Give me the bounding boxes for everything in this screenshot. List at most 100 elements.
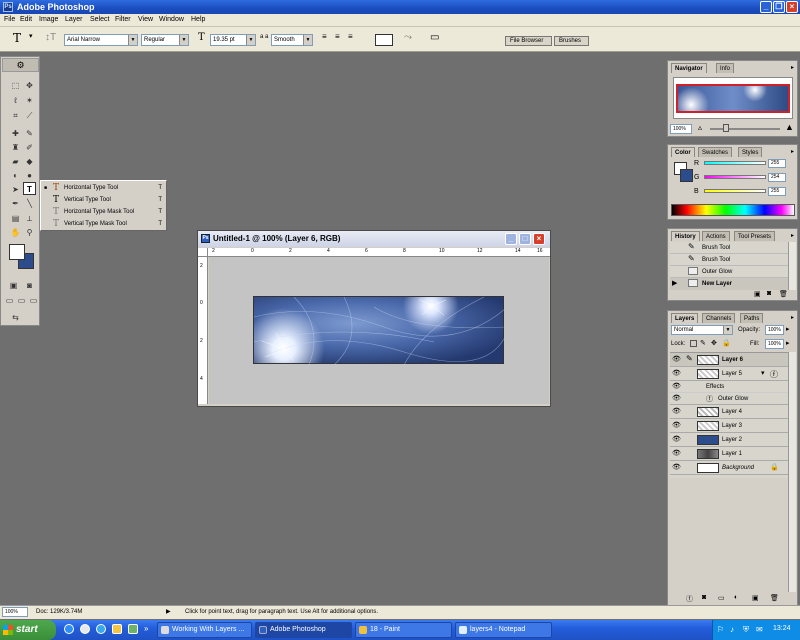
quick-mask-mode-icon[interactable]: ◙ bbox=[23, 279, 36, 292]
quicklaunch-media-icon[interactable] bbox=[96, 624, 106, 634]
layer-effects-row[interactable]: 👁 Effects bbox=[670, 381, 788, 393]
tab-info[interactable]: Info bbox=[716, 63, 735, 73]
layer-row[interactable]: 👁 Layer 3 bbox=[670, 419, 788, 433]
clone-stamp-tool-icon[interactable]: ♜ bbox=[9, 141, 22, 154]
navigator-zoom-field[interactable]: 100% bbox=[670, 124, 692, 134]
flyout-item-horizontal-type[interactable]: ■ T Horizontal Type Tool T bbox=[41, 182, 166, 194]
eye-visibility-icon[interactable]: 👁 bbox=[672, 355, 681, 363]
palettes-toggle-icon[interactable]: ▭ bbox=[430, 32, 439, 43]
tab-channels[interactable]: Channels bbox=[702, 313, 736, 323]
font-size-select[interactable]: 19.35 pt ▼ bbox=[210, 34, 256, 46]
doc-maximize-button[interactable]: □ bbox=[519, 233, 531, 245]
menu-layer[interactable]: Layer bbox=[65, 16, 83, 23]
clock[interactable]: 13:24 bbox=[773, 625, 791, 632]
adjustment-layer-icon[interactable]: ◐ bbox=[734, 594, 738, 601]
tab-paths[interactable]: Paths bbox=[740, 313, 764, 323]
new-set-icon[interactable]: ▭ bbox=[718, 594, 725, 602]
eye-visibility-icon[interactable]: 👁 bbox=[672, 407, 681, 415]
document-title-bar[interactable]: Ps Untitled-1 @ 100% (Layer 6, RGB) _ □ … bbox=[198, 231, 550, 247]
status-zoom-field[interactable]: 100% bbox=[2, 607, 28, 617]
color-ramp[interactable] bbox=[671, 204, 795, 216]
preset-dropdown-icon[interactable]: ▾ bbox=[29, 32, 33, 40]
tab-color[interactable]: Color bbox=[671, 147, 695, 157]
menu-image[interactable]: Image bbox=[39, 16, 58, 23]
tab-navigator[interactable]: Navigator bbox=[671, 63, 707, 73]
fill-field[interactable]: 100% bbox=[765, 339, 784, 349]
opacity-slider-icon[interactable]: ▸ bbox=[786, 325, 790, 333]
lasso-tool-icon[interactable]: ℓ bbox=[9, 94, 22, 107]
lock-all-icon[interactable]: 🔒 bbox=[722, 339, 731, 347]
expand-effects-icon[interactable]: ▾ bbox=[761, 369, 765, 377]
text-color-swatch[interactable] bbox=[375, 34, 393, 46]
font-style-select[interactable]: Regular ▼ bbox=[141, 34, 189, 46]
lock-pixels-icon[interactable]: ✎ bbox=[700, 339, 706, 347]
paint-bucket-tool-icon[interactable]: ◆ bbox=[23, 155, 36, 168]
opacity-field[interactable]: 100% bbox=[765, 325, 784, 335]
brush-tool-icon[interactable]: ✎ bbox=[23, 127, 36, 140]
lock-transparency-checkbox[interactable] bbox=[690, 340, 697, 347]
hand-tool-icon[interactable]: ✋ bbox=[9, 226, 22, 239]
quicklaunch-more-icon[interactable]: » bbox=[144, 624, 148, 633]
minimize-button[interactable]: _ bbox=[760, 1, 772, 13]
volume-tray-icon[interactable]: ♪ bbox=[730, 625, 734, 634]
history-item[interactable]: ✎ Brush Tool bbox=[670, 254, 788, 266]
history-item[interactable]: Outer Glow bbox=[670, 266, 788, 278]
flyout-item-horizontal-type-mask[interactable]: T Horizontal Type Mask Tool T bbox=[41, 206, 166, 218]
tab-styles[interactable]: Styles bbox=[738, 147, 763, 157]
marquee-tool-icon[interactable]: ⬚ bbox=[9, 79, 22, 92]
trash-icon[interactable]: 🗑 bbox=[770, 594, 779, 602]
screen-mode-full-icon[interactable]: ▭ bbox=[27, 294, 40, 307]
doc-minimize-button[interactable]: _ bbox=[505, 233, 517, 245]
quicklaunch-app-icon[interactable] bbox=[128, 624, 138, 634]
menu-filter[interactable]: Filter bbox=[115, 16, 131, 23]
app-tray-icon[interactable]: ✉ bbox=[756, 625, 763, 634]
taskbar-button-paint[interactable]: 18 - Paint bbox=[355, 622, 452, 638]
trash-icon[interactable]: 🗑 bbox=[779, 290, 788, 298]
layers-scrollbar[interactable] bbox=[788, 352, 796, 592]
quicklaunch-desktop-icon[interactable] bbox=[80, 624, 90, 634]
dodge-tool-icon[interactable]: ● bbox=[23, 169, 36, 182]
align-left-icon[interactable]: ≡ bbox=[322, 32, 327, 41]
channel-r-slider[interactable] bbox=[704, 161, 766, 165]
blur-tool-icon[interactable]: ◐ bbox=[9, 169, 22, 182]
zoom-in-icon[interactable]: ▲ bbox=[785, 122, 794, 132]
ruler-origin[interactable] bbox=[198, 248, 208, 257]
menu-edit[interactable]: Edit bbox=[20, 16, 32, 23]
palette-menu-icon[interactable]: ▸ bbox=[791, 232, 794, 239]
align-right-icon[interactable]: ≡ bbox=[348, 32, 353, 41]
tab-actions[interactable]: Actions bbox=[702, 231, 730, 241]
eye-visibility-icon[interactable]: 👁 bbox=[672, 382, 681, 390]
eye-visibility-icon[interactable]: 👁 bbox=[672, 394, 681, 402]
new-layer-icon[interactable]: ▣ bbox=[752, 594, 759, 602]
restore-button[interactable]: ❐ bbox=[773, 1, 785, 13]
align-center-icon[interactable]: ≡ bbox=[335, 32, 340, 41]
fill-slider-icon[interactable]: ▸ bbox=[786, 339, 790, 347]
magic-wand-tool-icon[interactable]: ✶ bbox=[23, 94, 36, 107]
history-brush-tool-icon[interactable]: ✐ bbox=[23, 141, 36, 154]
tab-tool-presets[interactable]: Tool Presets bbox=[734, 231, 776, 241]
standard-mode-icon[interactable]: ▣ bbox=[7, 279, 20, 292]
tab-history[interactable]: History bbox=[671, 231, 700, 241]
menu-view[interactable]: View bbox=[138, 16, 153, 23]
layer-artwork-image[interactable] bbox=[253, 296, 505, 365]
channel-b-field[interactable]: 255 bbox=[768, 187, 786, 196]
pen-tool-icon[interactable]: ✒ bbox=[9, 197, 22, 210]
history-item[interactable]: ✎ Brush Tool bbox=[670, 242, 788, 254]
eyedropper-tool-icon[interactable]: ⟂ bbox=[23, 212, 36, 225]
type-tool-icon[interactable]: T bbox=[23, 182, 36, 195]
antialias-select[interactable]: Smooth ▼ bbox=[271, 34, 313, 46]
history-item-current[interactable]: ▶ New Layer bbox=[670, 278, 788, 290]
adobe-online-button[interactable]: ⚙ bbox=[2, 58, 39, 72]
tab-swatches[interactable]: Swatches bbox=[698, 147, 733, 157]
taskbar-button-working-with-layers[interactable]: Working With Layers ... bbox=[157, 622, 252, 638]
taskbar-button-adobe-photoshop[interactable]: Adobe Photoshop bbox=[255, 622, 352, 638]
channel-b-slider[interactable] bbox=[704, 189, 766, 193]
blend-mode-select[interactable]: Normal ▼ bbox=[671, 325, 733, 335]
layer-style-button-icon[interactable]: ⓕ bbox=[686, 594, 693, 604]
notes-tool-icon[interactable]: ▤ bbox=[9, 212, 22, 225]
menu-window[interactable]: Window bbox=[159, 16, 184, 23]
zoom-tool-icon[interactable]: ⚲ bbox=[23, 226, 36, 239]
ruler-horizontal[interactable]: 2 0 2 4 6 8 10 12 14 16 bbox=[208, 248, 550, 257]
path-selection-tool-icon[interactable]: ➤ bbox=[9, 183, 22, 196]
eye-visibility-icon[interactable]: 👁 bbox=[672, 435, 681, 443]
